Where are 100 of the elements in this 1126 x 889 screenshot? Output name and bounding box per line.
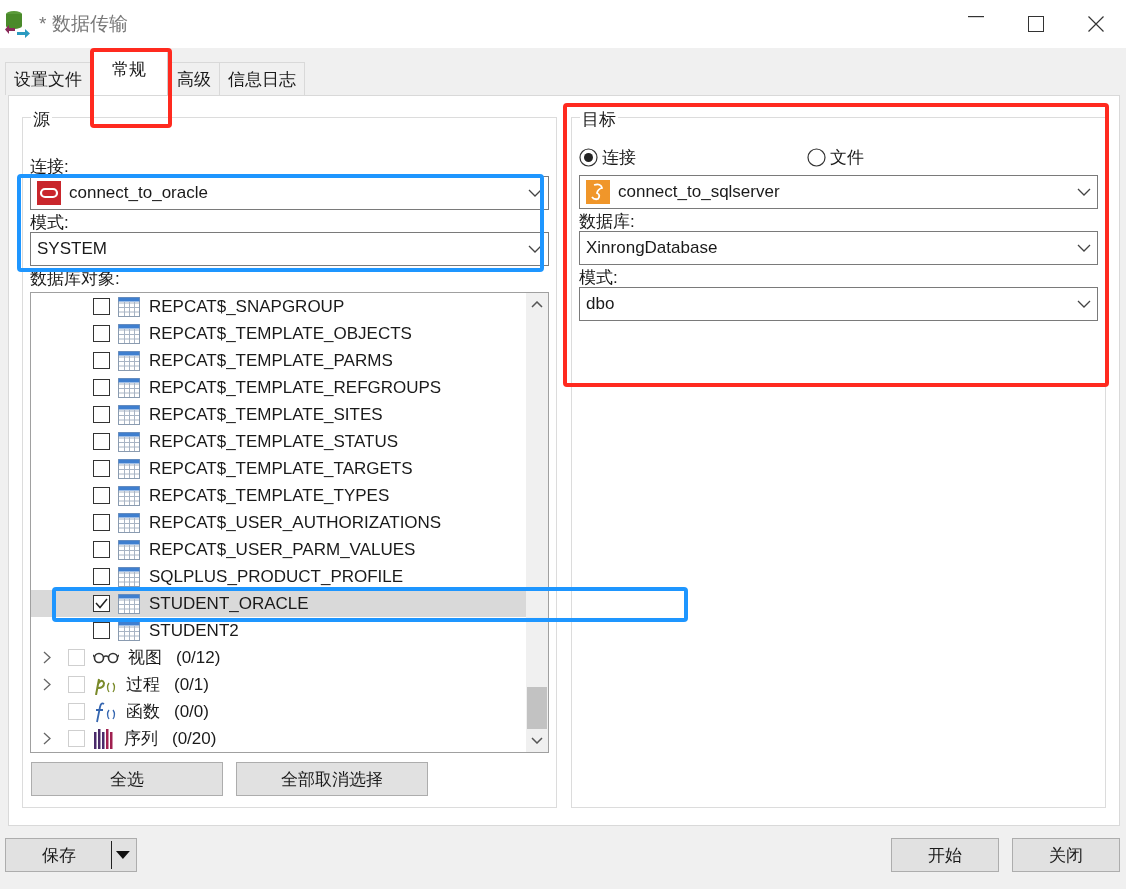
checkbox[interactable]: [93, 568, 110, 585]
checkbox[interactable]: [93, 541, 110, 558]
schema-dropdown[interactable]: SYSTEM: [30, 232, 549, 266]
checkbox[interactable]: [93, 595, 110, 612]
schema-dropdown[interactable]: dbo: [579, 287, 1098, 321]
ring-icon: [37, 181, 61, 205]
tree-item[interactable]: REPCAT$_TEMPLATE_REFGROUPS: [31, 374, 526, 401]
group-legend: 目标: [580, 108, 618, 131]
tree-item[interactable]: SQLPLUS_PRODUCT_PROFILE: [31, 563, 526, 590]
tree-item-label: REPCAT$_TEMPLATE_TYPES: [149, 485, 390, 506]
tree-item-label: STUDENT2: [149, 620, 239, 641]
item-count: (0/20): [172, 728, 217, 749]
field-label: 模式:: [30, 214, 70, 232]
table-icon: [118, 620, 140, 641]
item-count: (0/1): [174, 674, 209, 695]
window-title: * 数据传输: [39, 12, 129, 36]
tree-item[interactable]: REPCAT$_TEMPLATE_STATUS: [31, 428, 526, 455]
tree-item[interactable]: 过程 (0/1): [31, 671, 526, 698]
tree-item[interactable]: 序列 (0/20): [31, 725, 526, 752]
tree-item-label: REPCAT$_TEMPLATE_PARMS: [149, 350, 393, 371]
scroll-up-icon[interactable]: [531, 301, 543, 308]
table-icon: [118, 377, 140, 398]
scrollbar[interactable]: [526, 293, 548, 752]
tree-item[interactable]: REPCAT$_TEMPLATE_SITES: [31, 401, 526, 428]
tree-item-label: REPCAT$_TEMPLATE_OBJECTS: [149, 323, 412, 344]
connection-dropdown[interactable]: connect_to_oracle: [30, 176, 549, 210]
table-icon: [118, 296, 140, 317]
radio-icon[interactable]: [807, 148, 826, 167]
tree-item-label: REPCAT$_USER_PARM_VALUES: [149, 539, 416, 560]
table-icon: [118, 323, 140, 344]
tree-item[interactable]: REPCAT$_TEMPLATE_TARGETS: [31, 455, 526, 482]
action-button[interactable]: 开始: [891, 838, 999, 872]
tree-item-label: REPCAT$_TEMPLATE_TARGETS: [149, 458, 413, 479]
chevron-down-icon: [1077, 244, 1091, 252]
scroll-down-icon[interactable]: [531, 737, 543, 744]
tree-item[interactable]: REPCAT$_TEMPLATE_TYPES: [31, 482, 526, 509]
tree-item-label: 视图: [128, 647, 162, 669]
close-icon[interactable]: [1088, 16, 1104, 32]
tab[interactable]: 信息日志: [219, 62, 305, 95]
scroll-thumb[interactable]: [527, 687, 547, 729]
tree-item[interactable]: REPCAT$_USER_AUTHORIZATIONS: [31, 509, 526, 536]
tree-item-label: REPCAT$_SNAPGROUP: [149, 296, 345, 317]
table-icon: [118, 566, 140, 587]
maximize-icon[interactable]: [1028, 16, 1044, 32]
checkbox[interactable]: [93, 352, 110, 369]
glasses-icon: [93, 651, 119, 664]
select-button[interactable]: 全部取消选择: [236, 762, 428, 796]
field-label: 数据库:: [579, 213, 636, 231]
radio-option[interactable]: 文件: [807, 146, 1035, 169]
table-icon: [118, 431, 140, 452]
chevron-down-icon: [1077, 188, 1091, 196]
checkbox[interactable]: [93, 433, 110, 450]
checkbox[interactable]: [93, 325, 110, 342]
select-button[interactable]: 全选: [31, 762, 223, 796]
tree-item-label: REPCAT$_TEMPLATE_REFGROUPS: [149, 377, 442, 398]
table-icon: [118, 485, 140, 506]
checkbox[interactable]: [93, 460, 110, 477]
save-button[interactable]: 保存: [5, 838, 137, 872]
sequence-icon: [93, 728, 115, 749]
field-label: 连接:: [30, 158, 70, 176]
radio-icon[interactable]: [579, 148, 598, 167]
chevron-down-icon: [528, 189, 542, 197]
tree-item-label: SQLPLUS_PRODUCT_PROFILE: [149, 566, 404, 587]
checkbox[interactable]: [93, 487, 110, 504]
table-icon: [118, 350, 140, 371]
function-icon: [93, 700, 117, 723]
tree-item[interactable]: 函数 (0/0): [31, 698, 526, 725]
checkbox[interactable]: [93, 622, 110, 639]
tree-item[interactable]: REPCAT$_TEMPLATE_OBJECTS: [31, 320, 526, 347]
radio-option[interactable]: 连接: [579, 146, 807, 169]
field-label: 模式:: [579, 269, 619, 287]
tree-item[interactable]: 视图 (0/12): [31, 644, 526, 671]
checkbox[interactable]: [93, 379, 110, 396]
tree-item-label: REPCAT$_TEMPLATE_STATUS: [149, 431, 399, 452]
table-icon: [118, 593, 140, 614]
tree-item[interactable]: REPCAT$_USER_PARM_VALUES: [31, 536, 526, 563]
tree-item[interactable]: REPCAT$_SNAPGROUP: [31, 293, 526, 320]
checkbox[interactable]: [93, 298, 110, 315]
tree-item[interactable]: STUDENT_ORACLE: [31, 590, 526, 617]
minimize-icon[interactable]: [968, 16, 984, 18]
tree-item-label: STUDENT_ORACLE: [149, 593, 309, 614]
tree-item[interactable]: REPCAT$_TEMPLATE_PARMS: [31, 347, 526, 374]
table-icon: [118, 404, 140, 425]
checkbox[interactable]: [93, 406, 110, 423]
tree-item-label: REPCAT$_TEMPLATE_SITES: [149, 404, 383, 425]
database-arrows-icon: [5, 10, 31, 38]
tree-item[interactable]: STUDENT2: [31, 617, 526, 644]
tree-item-label: REPCAT$_USER_AUTHORIZATIONS: [149, 512, 442, 533]
item-count: (0/0): [174, 701, 209, 722]
tab[interactable]: 设置文件: [5, 62, 91, 95]
table-icon: [118, 539, 140, 560]
table-icon: [118, 458, 140, 479]
chevron-down-icon: [1077, 300, 1091, 308]
checkbox[interactable]: [93, 514, 110, 531]
connection-dropdown[interactable]: connect_to_sqlserver: [579, 175, 1098, 209]
action-button[interactable]: 关闭: [1012, 838, 1120, 872]
tree-item-label: 过程: [126, 674, 160, 696]
table-icon: [118, 512, 140, 533]
database-dropdown[interactable]: XinrongDatabase: [579, 231, 1098, 265]
tree-item-label: 函数: [126, 701, 160, 723]
